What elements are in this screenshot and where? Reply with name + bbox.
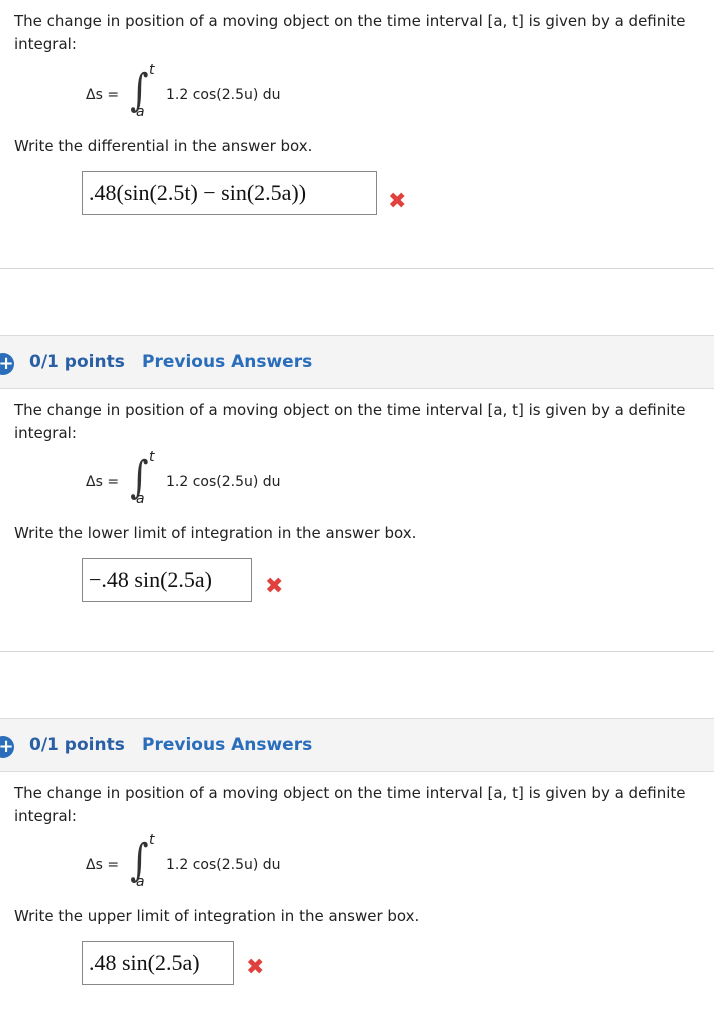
- question-2-intro: The change in position of a moving objec…: [14, 401, 686, 442]
- question-2-formula: Δs = ∫ t a 1.2 cos(2.5u) du: [86, 449, 346, 513]
- answer-box[interactable]: −.48 sin(2.5a): [82, 558, 252, 602]
- previous-answers-link[interactable]: Previous Answers: [142, 735, 312, 755]
- upper-bound: t: [149, 449, 155, 465]
- x-mark-icon: ✖: [388, 189, 407, 214]
- upper-bound: t: [149, 832, 155, 848]
- x-mark-icon: ✖: [246, 955, 265, 980]
- points-label: 0/1 points: [29, 352, 125, 372]
- question-1-prompt: Write the differential in the answer box…: [14, 137, 313, 155]
- answer-box[interactable]: .48(sin(2.5t) − sin(2.5a)): [82, 171, 377, 215]
- question-2-prompt: Write the lower limit of integration in …: [14, 524, 417, 542]
- question-2-header: + 0/1 points Previous Answers: [0, 335, 714, 389]
- integrand: 1.2 cos(2.5u) du: [166, 474, 281, 490]
- lower-bound: a: [136, 491, 145, 507]
- points-label: 0/1 points: [29, 735, 125, 755]
- question-1-intro: The change in position of a moving objec…: [14, 12, 686, 53]
- question-3-header: + 0/1 points Previous Answers: [0, 718, 714, 772]
- question-3-prompt: Write the upper limit of integration in …: [14, 907, 420, 925]
- plus-circle-icon[interactable]: +: [0, 736, 14, 758]
- integrand: 1.2 cos(2.5u) du: [166, 87, 281, 103]
- formula-lhs: Δs =: [86, 87, 120, 103]
- integrand: 1.2 cos(2.5u) du: [166, 857, 281, 873]
- lower-bound: a: [136, 874, 145, 890]
- plus-circle-icon[interactable]: +: [0, 353, 14, 375]
- lower-bound: a: [136, 104, 145, 120]
- question-1-formula: Δs = ∫ t a 1.2 cos(2.5u) du: [86, 62, 346, 126]
- question-3-formula: Δs = ∫ t a 1.2 cos(2.5u) du: [86, 832, 346, 896]
- x-mark-icon: ✖: [265, 574, 284, 599]
- formula-lhs: Δs =: [86, 474, 120, 490]
- divider: [0, 651, 714, 652]
- divider: [0, 268, 714, 269]
- formula-lhs: Δs =: [86, 857, 120, 873]
- answer-box[interactable]: .48 sin(2.5a): [82, 941, 234, 985]
- previous-answers-link[interactable]: Previous Answers: [142, 352, 312, 372]
- upper-bound: t: [149, 62, 155, 78]
- question-3-intro: The change in position of a moving objec…: [14, 784, 686, 825]
